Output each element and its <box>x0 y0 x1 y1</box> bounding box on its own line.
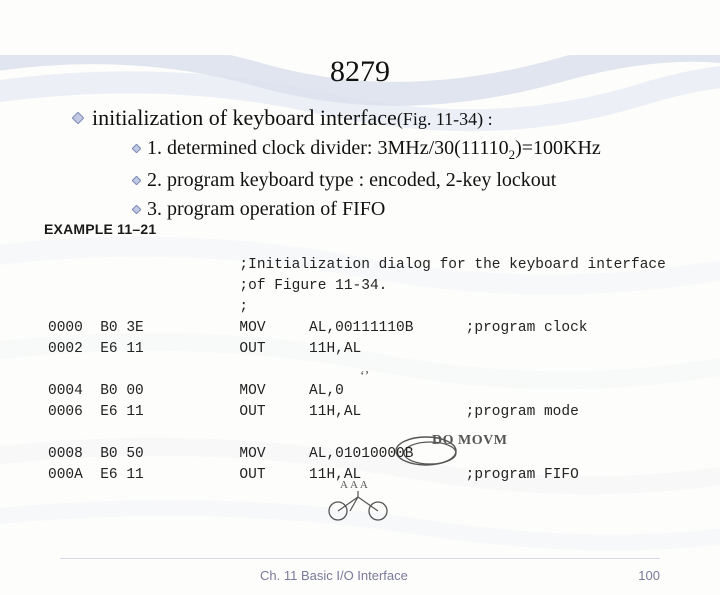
bullet-item: 3. program operation of FIFO <box>132 198 680 221</box>
code-listing: ;Initialization dialog for the keyboard … <box>40 255 680 486</box>
bullet-text: 3. program operation of FIFO <box>147 198 385 220</box>
slide-footer: Ch. 11 Basic I/O Interface 100 <box>0 568 720 583</box>
bullet-item: 2. program keyboard type : encoded, 2-ke… <box>132 169 680 192</box>
example-label: EXAMPLE 11–21 <box>44 221 680 237</box>
bullet-text: 1. determined clock divider: 3MHz/30(111… <box>147 137 509 159</box>
bullet-item: 1. determined clock divider: 3MHz/30(111… <box>132 137 680 163</box>
footer-chapter: Ch. 11 Basic I/O Interface <box>260 568 408 583</box>
bullet-text-suffix: )=100KHz <box>515 137 601 159</box>
diamond-bullet-icon <box>132 176 141 185</box>
diamond-bullet-icon <box>132 205 141 214</box>
headline-text: initialization of keyboard interface <box>92 105 397 130</box>
headline: initialization of keyboard interface(Fig… <box>72 105 680 131</box>
footer-page-number: 100 <box>638 568 660 583</box>
footer-rule <box>60 558 660 559</box>
diamond-bullet-icon <box>132 144 141 153</box>
headline-fig: (Fig. 11-34) : <box>397 109 493 129</box>
handwritten-bicycle-icon <box>320 489 440 523</box>
slide-title: 8279 <box>40 55 680 89</box>
diamond-bullet-icon <box>72 112 84 124</box>
bullet-text: 2. program keyboard type : encoded, 2-ke… <box>147 169 556 191</box>
